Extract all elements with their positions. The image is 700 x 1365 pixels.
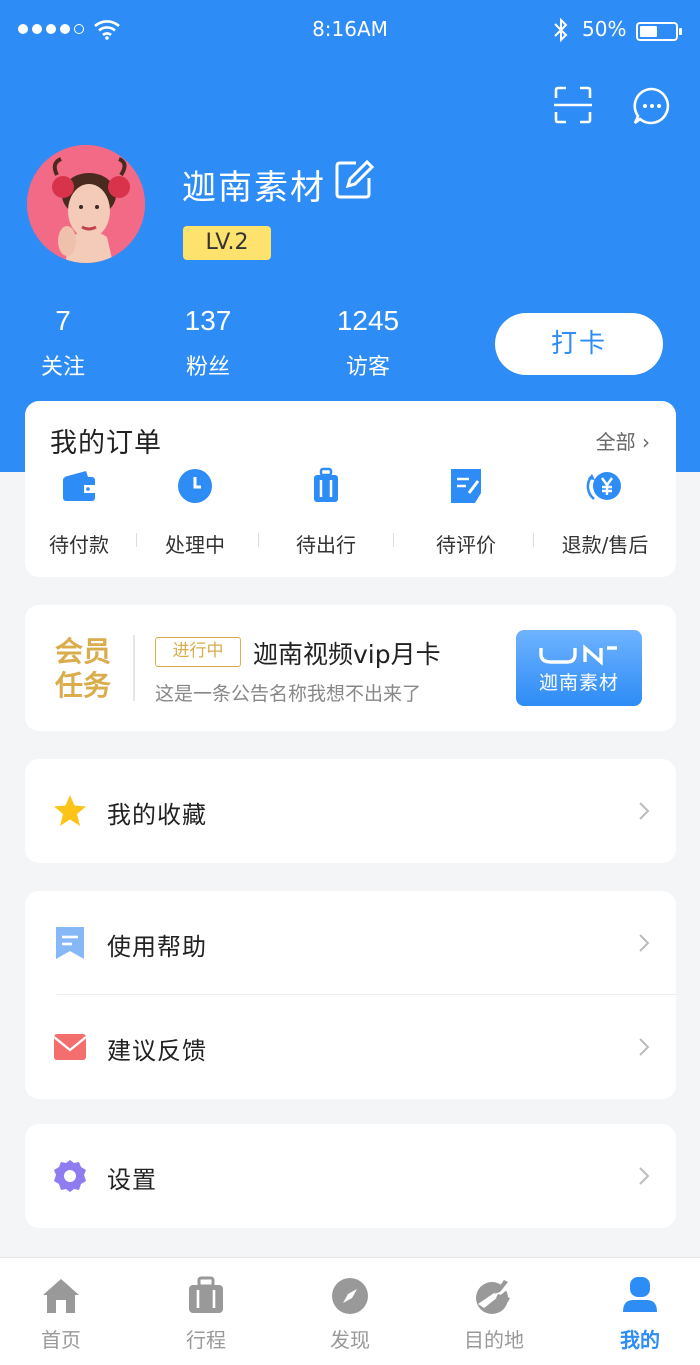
order-label: 待出行 <box>296 533 356 557</box>
tab-itinerary[interactable]: 行程 <box>156 1276 256 1353</box>
separator <box>393 533 394 547</box>
stat-value: 1245 <box>336 305 400 336</box>
envelope-icon <box>53 1034 87 1060</box>
plane-icon <box>476 1280 512 1314</box>
tab-label: 行程 <box>186 1328 226 1352</box>
support-card: 使用帮助 建议反馈 <box>25 891 676 1099</box>
order-label: 待付款 <box>49 533 109 557</box>
order-label: 处理中 <box>165 533 225 557</box>
menu-help[interactable]: 使用帮助 <box>25 891 676 995</box>
order-refund[interactable]: 退款/售后 <box>541 467 669 558</box>
menu-label: 我的收藏 <box>107 801 207 829</box>
order-processing[interactable]: 处理中 <box>131 467 259 558</box>
stat-following[interactable]: 7 关注 <box>22 305 104 381</box>
compass-icon <box>332 1278 368 1314</box>
user-icon <box>623 1277 657 1312</box>
username: 迦南素材 <box>182 168 326 208</box>
separator <box>533 533 534 547</box>
order-label: 退款/售后 <box>561 533 649 557</box>
order-label: 待评价 <box>436 533 496 557</box>
order-to-review[interactable]: 待评价 <box>402 467 530 558</box>
divider <box>133 635 135 701</box>
avatar[interactable] <box>27 145 145 263</box>
settings-card: 设置 <box>25 1124 676 1228</box>
stat-fans[interactable]: 137 粉丝 <box>167 305 249 381</box>
message-icon[interactable] <box>632 86 672 126</box>
order-to-travel[interactable]: 待出行 <box>262 467 390 558</box>
battery-percent: 50% <box>582 17 627 41</box>
edit-icon[interactable] <box>334 160 374 200</box>
stat-value: 137 <box>184 305 232 336</box>
vip-task-title: 会员任务 <box>55 635 112 702</box>
menu-feedback[interactable]: 建议反馈 <box>25 995 676 1099</box>
level-badge: LV.2 <box>183 226 271 260</box>
separator <box>258 533 259 547</box>
logo-text: 迦南素材 <box>538 672 619 694</box>
logo-mark-icon <box>539 644 617 666</box>
clock-icon <box>178 469 212 503</box>
orders-all-link[interactable]: 全部 › <box>596 426 650 455</box>
stat-label: 关注 <box>40 355 85 380</box>
orders-all-label: 全部 <box>595 430 636 454</box>
stat-value: 7 <box>55 305 71 336</box>
tab-discover[interactable]: 发现 <box>300 1276 400 1353</box>
status-bar: 8:16AM 50% <box>0 0 700 60</box>
orders-card: 我的订单 全部 › 待付款 处理中 待出行 待评价 退款/售后 <box>25 401 676 577</box>
checkin-button[interactable]: 打卡 <box>495 313 663 375</box>
favorites-card: 我的收藏 <box>25 759 676 863</box>
tab-label: 我的 <box>620 1328 660 1352</box>
bookmark-icon <box>56 927 84 959</box>
tab-label: 发现 <box>330 1328 370 1352</box>
tab-label: 首页 <box>41 1328 81 1352</box>
home-icon <box>43 1279 79 1313</box>
avatar-portrait <box>27 145 145 263</box>
star-icon <box>54 795 86 826</box>
tab-mine[interactable]: 我的 <box>590 1276 690 1353</box>
chevron-right-icon <box>639 1167 650 1185</box>
battery-icon <box>636 22 682 41</box>
menu-favorites[interactable]: 我的收藏 <box>25 759 676 863</box>
tab-home[interactable]: 首页 <box>11 1276 111 1353</box>
stat-visitors[interactable]: 1245 访客 <box>322 305 414 381</box>
chevron-right-icon <box>639 1038 650 1056</box>
scan-icon[interactable] <box>554 86 592 124</box>
orders-title: 我的订单 <box>50 428 162 459</box>
brand-logo[interactable]: 迦南素材 <box>516 630 642 706</box>
status-badge: 进行中 <box>155 637 241 667</box>
vip-notice: 这是一条公告名称我想不出来了 <box>155 683 422 705</box>
chevron-right-icon: › <box>642 430 650 454</box>
wallet-icon <box>63 471 95 501</box>
stat-label: 粉丝 <box>185 355 230 380</box>
menu-label: 设置 <box>107 1166 157 1194</box>
tab-destination[interactable]: 目的地 <box>444 1276 544 1353</box>
chevron-right-icon <box>639 802 650 820</box>
menu-label: 使用帮助 <box>107 933 207 961</box>
luggage-icon <box>314 467 338 502</box>
order-pending-payment[interactable]: 待付款 <box>15 467 143 558</box>
menu-label: 建议反馈 <box>107 1037 207 1065</box>
chevron-right-icon <box>639 934 650 952</box>
tab-label: 目的地 <box>464 1328 524 1352</box>
gear-icon <box>54 1160 86 1192</box>
battery-level <box>640 26 657 37</box>
tab-bar: 首页 行程 发现 目的地 我的 <box>0 1257 700 1365</box>
vip-task-name: 迦南视频vip月卡 <box>253 640 441 669</box>
bluetooth-icon <box>554 17 568 43</box>
stat-label: 访客 <box>345 355 390 380</box>
vip-task-card[interactable]: 会员任务 进行中 迦南视频vip月卡 这是一条公告名称我想不出来了 迦南素材 <box>25 605 676 731</box>
review-icon <box>451 469 481 503</box>
suitcase-icon <box>189 1276 223 1313</box>
refund-icon <box>586 472 621 500</box>
menu-settings[interactable]: 设置 <box>25 1124 676 1228</box>
